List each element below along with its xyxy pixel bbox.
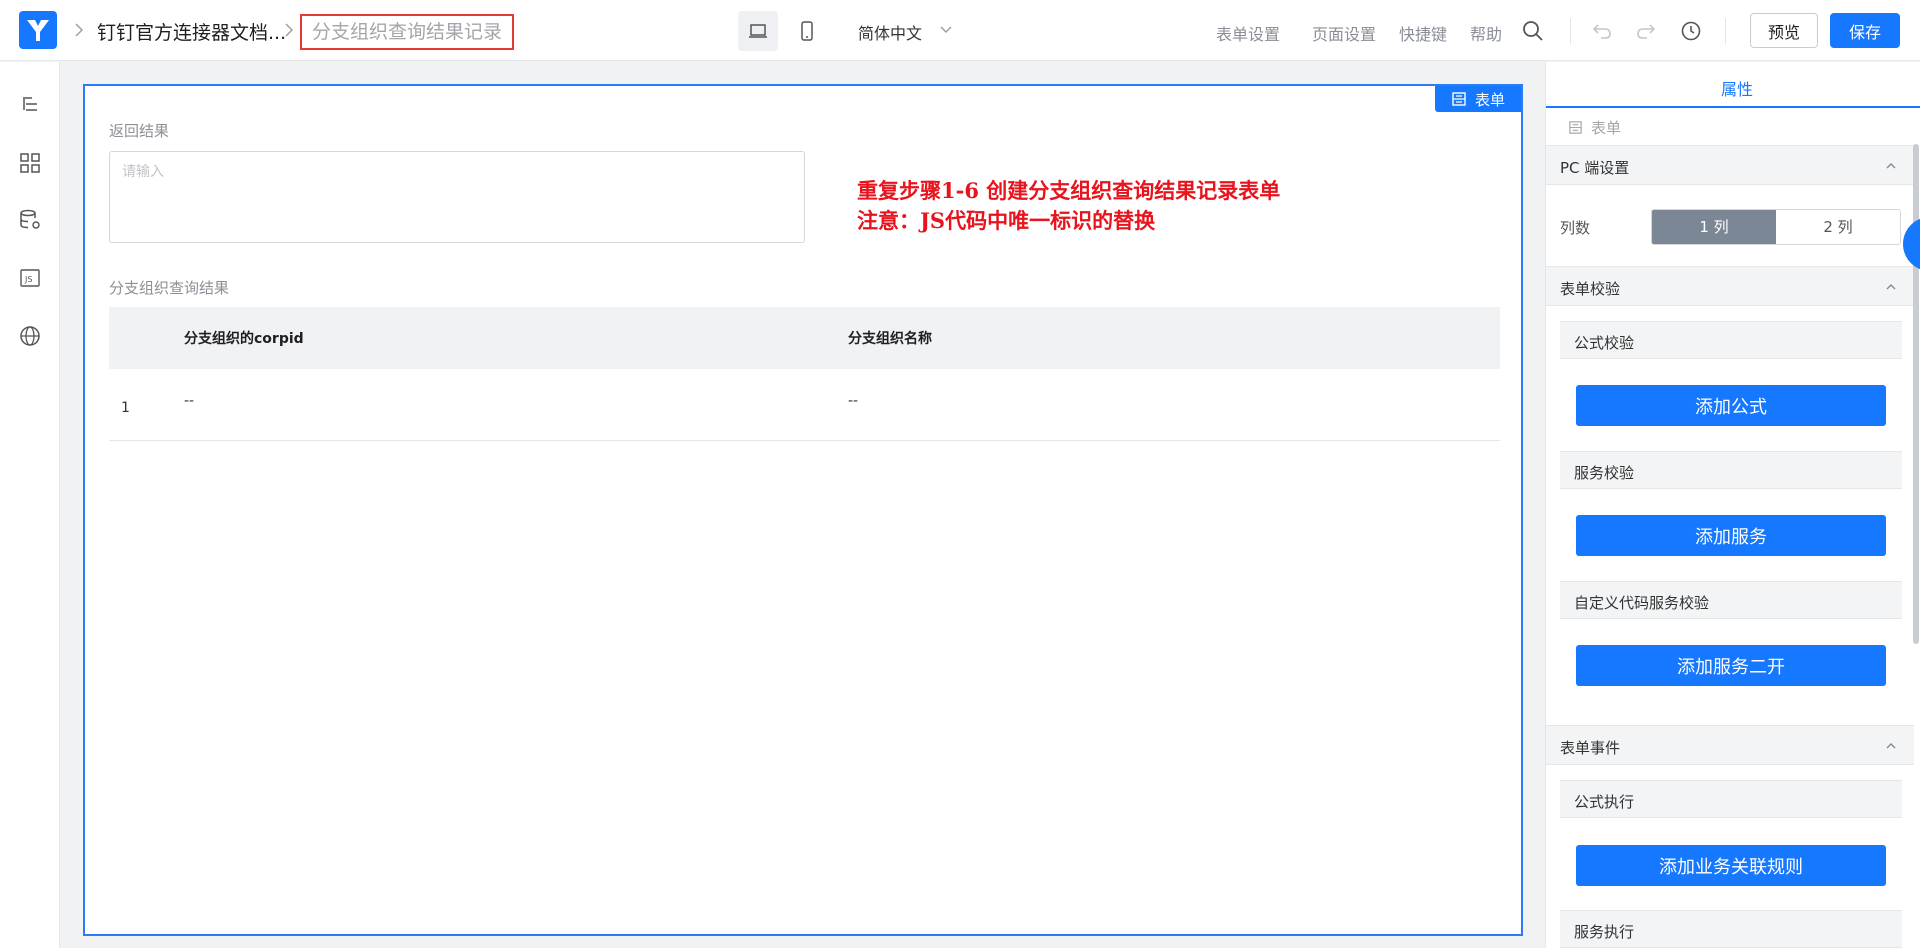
desktop-view-button[interactable] <box>738 11 778 51</box>
custom-validation-title: 自定义代码服务校验 <box>1574 594 1710 612</box>
column-header-corpid: 分支组织的corpid <box>184 331 304 347</box>
service-validation-title: 服务校验 <box>1574 464 1635 482</box>
language-select[interactable]: 简体中文 <box>858 20 922 44</box>
chevron-down-icon[interactable] <box>938 22 954 42</box>
chevron-right-icon <box>74 20 84 40</box>
pc-settings-title: PC 端设置 <box>1560 159 1630 177</box>
form-events-section[interactable]: 表单事件 <box>1546 725 1914 765</box>
form-tag-label: 表单 <box>1474 90 1505 109</box>
app-logo[interactable] <box>19 11 57 49</box>
page-settings-link[interactable]: 页面设置 <box>1312 21 1376 45</box>
formula-validation-title: 公式校验 <box>1574 334 1635 352</box>
divider <box>1570 18 1571 44</box>
formula-exec-title: 公式执行 <box>1574 793 1635 811</box>
form-validation-section[interactable]: 表单校验 <box>1546 266 1914 306</box>
add-formula-button[interactable]: 添加公式 <box>1576 385 1886 426</box>
service-exec-header: 服务执行 <box>1560 910 1902 948</box>
chevron-right-icon <box>284 20 294 40</box>
search-icon[interactable] <box>1520 18 1546 44</box>
cell-org-name: -- <box>848 393 859 409</box>
divider <box>1725 18 1726 44</box>
breadcrumb-page-name[interactable]: 分支组织查询结果记录 <box>300 14 515 50</box>
save-button[interactable]: 保存 <box>1830 13 1900 48</box>
left-toolbar: JS <box>0 62 60 948</box>
form-icon <box>1569 121 1582 134</box>
undo-icon[interactable] <box>1589 18 1615 44</box>
tab-properties-label: 属性 <box>1721 80 1754 99</box>
columns-segmented-control[interactable]: 1 列 2 列 <box>1651 209 1901 245</box>
breadcrumb-app-name[interactable]: 钉钉官方连接器文档... <box>97 18 286 45</box>
custom-validation-header: 自定义代码服务校验 <box>1560 581 1902 619</box>
properties-breadcrumb-label: 表单 <box>1591 119 1622 137</box>
chevron-up-icon[interactable] <box>1884 159 1898 177</box>
help-link[interactable]: 帮助 <box>1470 21 1502 45</box>
row-index: 1 <box>121 400 130 416</box>
annotation-line-1: 重复步骤1-6 创建分支组织查询结果记录表单 <box>857 178 1281 203</box>
mobile-view-button[interactable] <box>787 11 827 51</box>
service-exec-title: 服务执行 <box>1574 923 1635 941</box>
properties-panel: 属性 表单 PC 端设置 列数 1 列 2 列 表单校验 公式校验 添加公式 服… <box>1545 62 1920 948</box>
columns-option-1[interactable]: 1 列 <box>1652 210 1776 244</box>
redo-icon[interactable] <box>1633 18 1659 44</box>
preview-button[interactable]: 预览 <box>1750 13 1818 48</box>
subform-label: 分支组织查询结果 <box>109 279 230 297</box>
columns-label: 列数 <box>1560 219 1591 237</box>
annotation-line-2: 注意：JS代码中唯一标识的替换 <box>857 208 1156 233</box>
shortcuts-link[interactable]: 快捷键 <box>1399 21 1447 45</box>
form-icon <box>1452 92 1466 106</box>
tab-active-indicator <box>1546 106 1920 108</box>
formula-validation-header: 公式校验 <box>1560 321 1902 359</box>
columns-option-2[interactable]: 2 列 <box>1776 210 1900 244</box>
chevron-up-icon[interactable] <box>1884 280 1898 298</box>
svg-text:JS: JS <box>24 275 32 284</box>
form-validation-title: 表单校验 <box>1560 280 1621 298</box>
service-validation-header: 服务校验 <box>1560 451 1902 489</box>
chevron-up-icon[interactable] <box>1884 739 1898 757</box>
outline-tree-icon[interactable] <box>17 92 43 118</box>
cell-corpid: -- <box>184 393 195 409</box>
laptop-icon <box>749 24 767 38</box>
top-bar: 钉钉官方连接器文档... 分支组织查询结果记录 简体中文 表单设置 页面设置 快… <box>0 0 1920 61</box>
annotation-text: 重复步骤1-6 创建分支组织查询结果记录表单 注意：JS代码中唯一标识的替换 <box>857 176 1280 236</box>
column-header-org-name: 分支组织名称 <box>848 331 932 347</box>
globe-icon[interactable] <box>17 323 43 349</box>
return-result-label: 返回结果 <box>109 122 170 140</box>
pc-settings-section[interactable]: PC 端设置 <box>1546 145 1914 185</box>
js-code-icon[interactable]: JS <box>17 265 43 291</box>
add-service-button[interactable]: 添加服务 <box>1576 515 1886 556</box>
formula-exec-header: 公式执行 <box>1560 780 1902 818</box>
add-service-dev-button[interactable]: 添加服务二开 <box>1576 645 1886 686</box>
return-result-textarea[interactable]: 请输入 <box>109 151 805 243</box>
data-source-icon[interactable] <box>17 207 43 233</box>
table-row[interactable]: 1 -- -- <box>109 369 1500 441</box>
form-canvas[interactable]: 表单 返回结果 请输入 重复步骤1-6 创建分支组织查询结果记录表单 注意：JS… <box>83 84 1523 936</box>
history-clock-icon[interactable] <box>1678 18 1704 44</box>
table-header: 分支组织的corpid 分支组织名称 <box>109 307 1500 369</box>
tab-properties[interactable]: 属性 <box>1546 62 1920 108</box>
add-rule-button[interactable]: 添加业务关联规则 <box>1576 845 1886 886</box>
mobile-icon <box>801 21 813 41</box>
form-events-title: 表单事件 <box>1560 739 1621 757</box>
textarea-placeholder: 请输入 <box>122 164 164 180</box>
properties-breadcrumb: 表单 <box>1568 117 1621 138</box>
components-grid-icon[interactable] <box>17 150 43 176</box>
form-settings-link[interactable]: 表单设置 <box>1216 21 1280 45</box>
floating-assistant-button[interactable] <box>1903 217 1920 271</box>
form-selected-tag[interactable]: 表单 <box>1435 86 1521 112</box>
